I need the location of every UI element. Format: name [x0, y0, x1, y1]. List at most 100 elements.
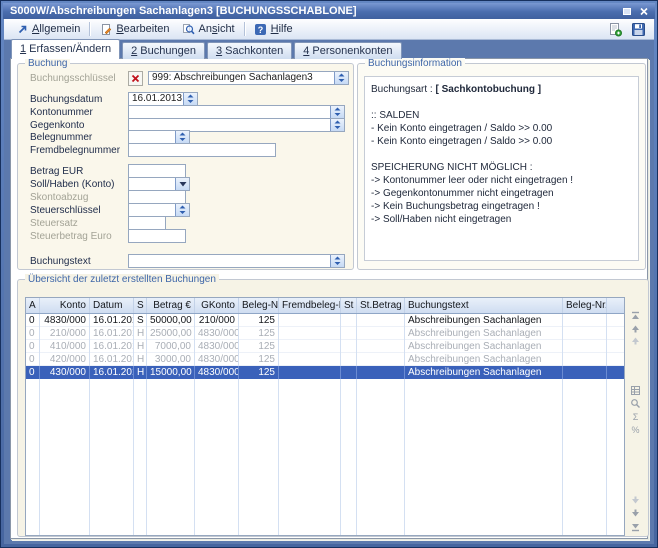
field-label: Skontoabzug [30, 192, 128, 203]
new-document-icon[interactable] [607, 22, 623, 37]
menu-item-ansicht[interactable]: Ansicht [176, 22, 241, 37]
table-header-row: AKontoDatumSBetrag €GKontoBeleg-Nr.Fremd… [26, 298, 624, 314]
column-header[interactable]: Datum [90, 298, 134, 313]
field-value [129, 191, 185, 203]
close-icon[interactable] [636, 5, 651, 18]
chevron-down-icon[interactable] [175, 178, 189, 190]
column-header[interactable]: GKonto [195, 298, 239, 313]
info-line [371, 148, 632, 161]
move-bottom-icon[interactable] [629, 520, 642, 532]
menu-separator [244, 22, 245, 36]
table-cell [563, 327, 607, 340]
table-empty-area [26, 379, 624, 535]
sum-icon[interactable]: Σ [629, 410, 642, 422]
table-cell: H [134, 366, 147, 379]
table-filler-cell [134, 379, 147, 535]
menu-items: Allgemein Bearbeiten Ansicht ?Hilfe [9, 22, 299, 37]
spinner-icon[interactable] [330, 119, 344, 131]
menu-item-allgemein[interactable]: Allgemein [9, 22, 86, 37]
tab-buchungen[interactable]: 2 Buchungen [122, 42, 205, 59]
table-filler-cell [563, 379, 607, 535]
spinner-icon[interactable] [330, 255, 344, 267]
column-header[interactable]: S [134, 298, 147, 313]
buchungsschluessel-combo[interactable]: 999: Abschreibungen Sachanlagen3 [148, 71, 349, 85]
soll-haben-dropdown[interactable] [128, 177, 190, 191]
move-down-alt-icon[interactable] [629, 494, 642, 506]
toolbar-right [607, 22, 649, 37]
steuerbetrag-euro-input[interactable] [128, 229, 186, 243]
move-up-icon[interactable] [629, 322, 642, 334]
field-value [129, 144, 275, 156]
column-header[interactable]: Konto [40, 298, 90, 313]
field-value [129, 131, 175, 143]
grid-icon[interactable] [629, 384, 642, 396]
menu-item-label: Allgemein [32, 23, 80, 35]
spinner-icon[interactable] [330, 106, 344, 118]
kontonummer-input[interactable] [128, 105, 345, 119]
table-cell: 16.01.2013 [90, 340, 134, 353]
buchungsdatum-input[interactable]: 16.01.2013 [128, 92, 198, 106]
field-label: Kontonummer [30, 107, 128, 118]
magnifier-icon[interactable] [629, 397, 642, 409]
spinner-icon[interactable] [183, 93, 197, 105]
info-lines: :: SALDEN- Kein Konto eingetragen / Sald… [371, 109, 632, 226]
title-bar[interactable]: S000W/Abschreibungen Sachanlagen3 [BUCHU… [3, 3, 655, 19]
field-label: Belegnummer [30, 132, 128, 143]
spinner-icon[interactable] [175, 204, 189, 216]
groupbox-title: Übersicht der zuletzt erstellten Buchung… [25, 274, 219, 285]
fremdbelegnummer-input[interactable] [128, 143, 276, 157]
field-label: Fremdbelegnummer [30, 145, 128, 156]
menu-item-hilfe[interactable]: ?Hilfe [248, 22, 299, 37]
table-cell [563, 340, 607, 353]
table-cell [279, 353, 341, 366]
table-cell [341, 366, 357, 379]
save-icon[interactable] [630, 22, 646, 37]
table-filler-cell [357, 379, 405, 535]
column-header[interactable]: Beleg-Nr. [239, 298, 279, 313]
spinner-icon[interactable] [334, 72, 348, 84]
field-steuerbetrag-euro: Steuerbetrag Euro [30, 229, 186, 243]
steuerschluessel-input[interactable] [128, 203, 190, 217]
field-value [129, 204, 175, 216]
field-betrag-eur: Betrag EUR [30, 164, 186, 178]
buchungstext-input[interactable] [128, 254, 345, 268]
column-header[interactable]: St.Betrag € [357, 298, 405, 313]
table-cell [563, 366, 607, 379]
restore-icon[interactable] [619, 5, 634, 18]
skontoabzug-input[interactable] [128, 190, 186, 204]
move-up-alt-icon[interactable] [629, 334, 642, 346]
table-filler-cell [40, 379, 90, 535]
table-cell: Abschreibungen Sachanlagen [405, 340, 563, 353]
field-value [129, 255, 330, 267]
menu-item-label: Ansicht [199, 23, 235, 35]
move-top-icon[interactable] [629, 310, 642, 322]
steuersatz-input[interactable] [128, 216, 166, 230]
table-row[interactable]: 04830/00016.01.2013S50000,00210/000125Ab… [26, 314, 624, 327]
delete-x-icon[interactable] [128, 71, 143, 86]
column-header[interactable]: Betrag € [147, 298, 195, 313]
column-header[interactable]: A [26, 298, 40, 313]
column-header[interactable]: Beleg-Nr.2 [563, 298, 607, 313]
field-label: Gegenkonto [30, 120, 128, 131]
column-header[interactable]: St [341, 298, 357, 313]
table-row[interactable]: 0420/00016.01.2013H3000,004830/000125Abs… [26, 353, 624, 366]
table-row[interactable]: 0410/00016.01.2013H7000,004830/000125Abs… [26, 340, 624, 353]
tab-personenkonten[interactable]: 4 Personenkonten [294, 42, 401, 59]
table-row[interactable]: 0210/00016.01.2013H25000,004830/000125Ab… [26, 327, 624, 340]
percent-icon[interactable]: % [629, 423, 642, 435]
table-row[interactable]: 0430/00016.01.2013H15000,004830/000125Ab… [26, 366, 624, 379]
table-cell: Abschreibungen Sachanlagen [405, 314, 563, 327]
column-header[interactable]: Buchungstext [405, 298, 563, 313]
window-title: S000W/Abschreibungen Sachanlagen3 [BUCHU… [10, 5, 357, 17]
spinner-icon[interactable] [175, 131, 189, 143]
betrag-eur-input[interactable] [128, 164, 186, 178]
svg-text:?: ? [258, 25, 264, 35]
tab-erfassen-ndern[interactable]: 1 Erfassen/Ändern [11, 39, 120, 59]
table-cell: H [134, 340, 147, 353]
menu-item-bearbeiten[interactable]: Bearbeiten [93, 22, 175, 37]
tab-sachkonten[interactable]: 3 Sachkonten [207, 42, 292, 59]
column-header[interactable]: Fremdbeleg-Nr. [279, 298, 341, 313]
groupbox-title: Buchung [25, 58, 70, 69]
belegnummer-input[interactable] [128, 130, 190, 144]
move-down-icon[interactable] [629, 507, 642, 519]
